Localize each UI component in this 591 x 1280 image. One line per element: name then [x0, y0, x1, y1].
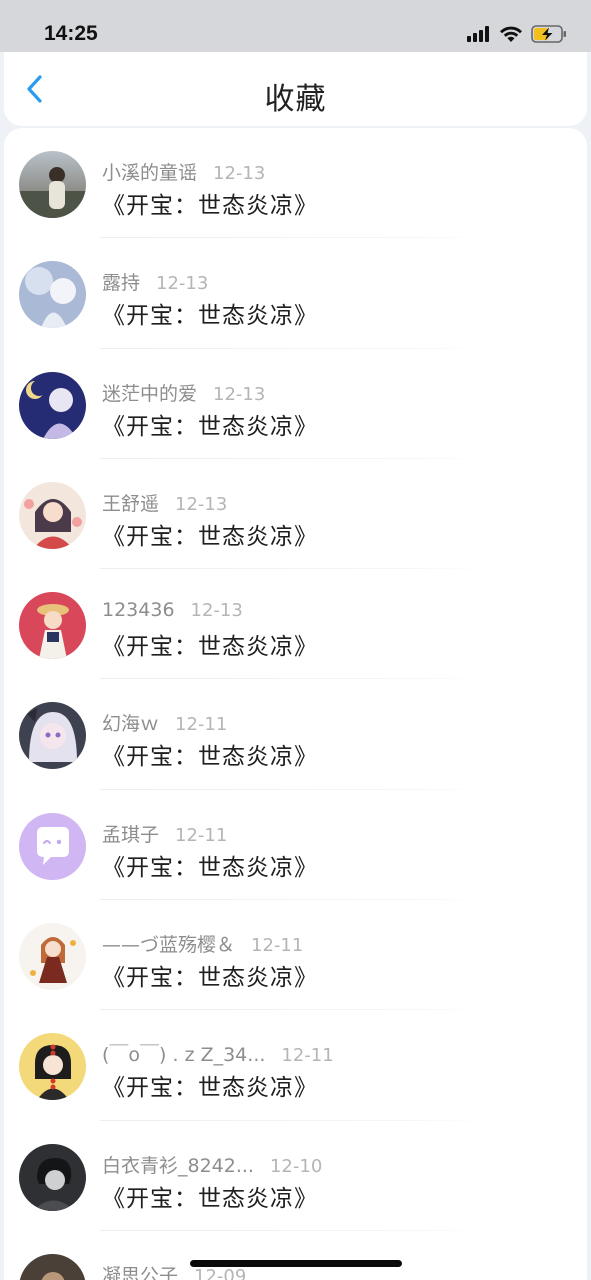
username: ——づ蓝殇樱＆ [102, 934, 236, 957]
avatar[interactable] [19, 1253, 86, 1280]
avatar[interactable] [19, 923, 86, 991]
book-title: 《开宝：世态炎凉》 [102, 634, 318, 661]
favorite-date: 12-13 [213, 163, 266, 184]
favorite-date: 12-09 [194, 1265, 247, 1280]
username: 白衣青衫_8242... [102, 1154, 254, 1177]
wifi-icon [499, 25, 523, 47]
username: 123436 [102, 599, 175, 622]
avatar[interactable] [19, 812, 86, 880]
book-title: 《开宝：世态炎凉》 [102, 1075, 318, 1102]
book-title: 《开宝：世态炎凉》 [102, 413, 318, 440]
favorite-date: 12-13 [190, 600, 243, 622]
list-item[interactable]: ——づ蓝殇樱＆ 12-11 《开宝：世态炎凉》 [4, 900, 587, 1011]
book-title: 《开宝：世态炎凉》 [102, 744, 318, 771]
list-item[interactable]: (￣o￣) . z Z_34... 12-11 《开宝：世态炎凉》 [4, 1010, 587, 1121]
favorite-date: 12-11 [281, 1045, 334, 1067]
status-bar: 14:25 [0, 0, 591, 52]
favorite-date: 12-13 [175, 493, 228, 515]
list-item[interactable]: 123436 12-13 《开宝：世态炎凉》 [4, 569, 587, 680]
username: 小溪的童谣 [102, 162, 198, 184]
username: (￣o￣) . z Z_34... [102, 1044, 266, 1067]
avatar[interactable] [19, 371, 86, 439]
favorite-date: 12-13 [156, 273, 209, 295]
list-item[interactable]: 王舒遥 12-13 《开宝：世态炎凉》 [4, 459, 587, 570]
nav-bar: 收藏 [4, 52, 587, 126]
list-item[interactable]: 凝思公子 12-09 [4, 1231, 587, 1280]
favorite-date: 12-11 [175, 824, 228, 846]
battery-charging-icon [531, 25, 567, 47]
username: 幻海ｗ [102, 713, 160, 736]
status-time: 14:25 [44, 22, 98, 45]
avatar[interactable] [19, 702, 86, 770]
book-title: 《开宝：世态炎凉》 [102, 965, 318, 992]
favorite-date: 12-11 [251, 935, 304, 957]
list-item[interactable]: 孟琪子 12-11 《开宝：世态炎凉》 [4, 790, 587, 901]
book-title: 《开宝：世态炎凉》 [102, 523, 318, 550]
list-item[interactable]: 白衣青衫_8242... 12-10 《开宝：世态炎凉》 [4, 1121, 587, 1232]
favorite-date: 12-13 [213, 383, 266, 405]
favorites-list: 小溪的童谣 12-13 《开宝：世态炎凉》 露持 12-13 《开宝：世态炎凉》 [4, 128, 587, 1280]
book-title: 《开宝：世态炎凉》 [102, 854, 318, 881]
username: 迷茫中的爱 [102, 382, 198, 405]
username: 凝思公子 [102, 1264, 179, 1280]
favorite-date: 12-11 [175, 714, 228, 736]
avatar[interactable] [19, 592, 86, 660]
page-title: 收藏 [264, 82, 327, 117]
username: 露持 [102, 272, 141, 295]
username: 王舒遥 [102, 492, 160, 515]
favorite-date: 12-10 [269, 1155, 323, 1177]
list-item[interactable]: 迷茫中的爱 12-13 《开宝：世态炎凉》 [4, 349, 587, 460]
signal-icon [467, 26, 491, 46]
avatar[interactable] [19, 1033, 86, 1101]
avatar[interactable] [19, 1143, 86, 1211]
list-item[interactable]: 小溪的童谣 12-13 《开宝：世态炎凉》 [4, 128, 587, 239]
username: 孟琪子 [102, 823, 160, 846]
status-icons [467, 25, 567, 47]
book-title: 《开宝：世态炎凉》 [102, 1185, 318, 1212]
book-title: 《开宝：世态炎凉》 [102, 193, 318, 219]
avatar[interactable] [19, 261, 86, 329]
avatar[interactable] [19, 151, 86, 218]
list-item[interactable]: 幻海ｗ 12-11 《开宝：世态炎凉》 [4, 679, 587, 791]
home-indicator[interactable] [190, 1260, 402, 1267]
list-item[interactable]: 露持 12-13 《开宝：世态炎凉》 [4, 238, 587, 349]
avatar[interactable] [19, 481, 86, 549]
book-title: 《开宝：世态炎凉》 [102, 303, 318, 330]
